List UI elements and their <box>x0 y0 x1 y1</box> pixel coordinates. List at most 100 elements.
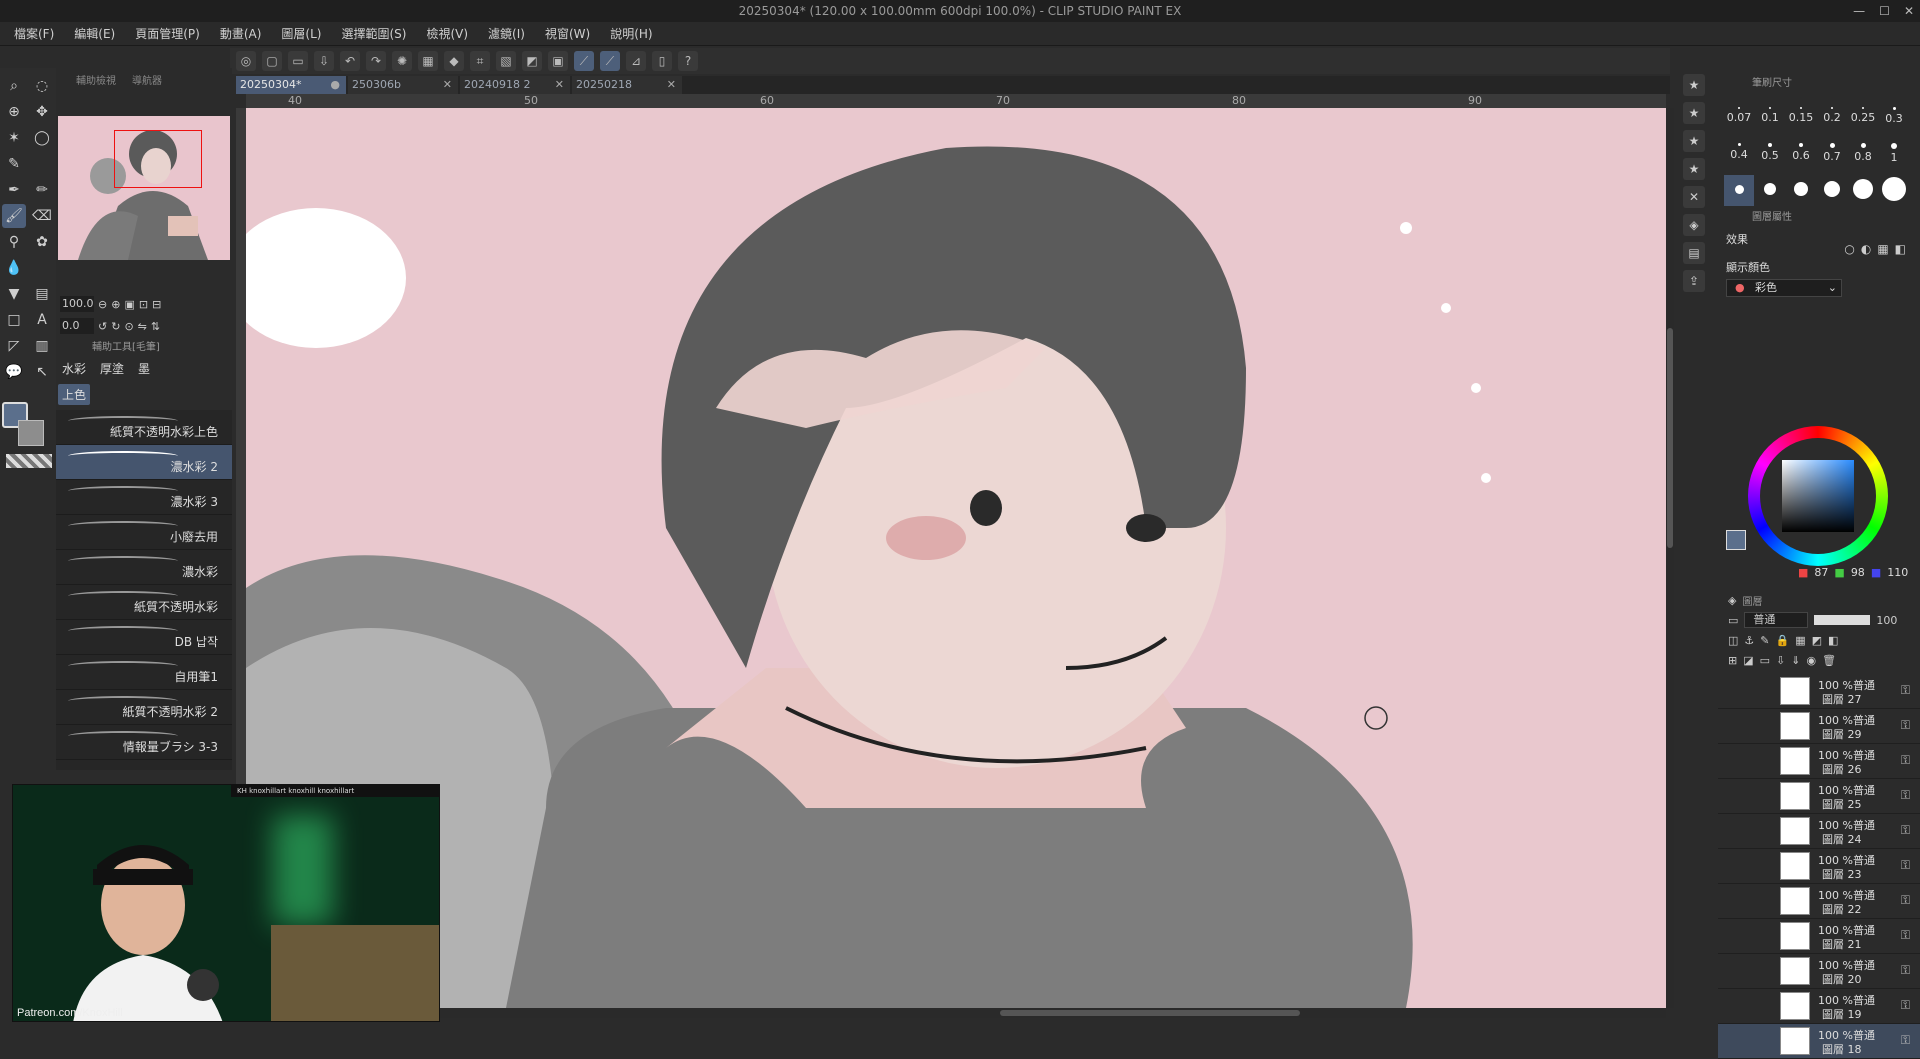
snap-icon[interactable]: ◩ <box>522 51 542 71</box>
layer-lock-icon[interactable]: ⚿ <box>1901 823 1910 838</box>
eyedropper-icon[interactable]: ✎ <box>2 152 26 176</box>
transfer-down-icon[interactable]: ⇩ <box>1776 654 1785 667</box>
tab-document-4[interactable]: 20250218 ✕ <box>572 76 682 94</box>
lock-icon[interactable]: 🔒 <box>1776 634 1790 647</box>
subtool-group-thick-paint[interactable]: 厚塗 <box>96 358 128 379</box>
size-option[interactable]: 0.7 <box>1817 139 1847 175</box>
vertical-scrollbar[interactable] <box>1666 108 1674 1008</box>
lock-transparency-icon[interactable]: ▦ <box>1795 634 1805 647</box>
layer-lock-icon[interactable]: ⚿ <box>1901 998 1910 1013</box>
size-option[interactable]: 1 <box>1879 139 1909 175</box>
mask-add-icon[interactable]: ◉ <box>1806 654 1816 667</box>
zoom-tool-icon[interactable]: ⌕ <box>2 74 26 98</box>
menu-file[interactable]: 檔案(F) <box>14 25 54 42</box>
menu-view[interactable]: 檢視(V) <box>426 25 468 42</box>
size-option[interactable]: 0.8 <box>1848 139 1878 175</box>
snap-ruler-icon[interactable]: ⟋ <box>574 51 594 71</box>
brush-item[interactable]: 自用筆1 <box>56 655 232 690</box>
tone-icon[interactable]: ◐ <box>1861 242 1871 256</box>
opacity-value[interactable]: 100 <box>1876 614 1897 627</box>
brush-item[interactable]: 濃水彩 3 <box>56 480 232 515</box>
sub-color-swatch[interactable] <box>18 420 44 446</box>
size-option[interactable]: 0.5 <box>1755 139 1785 175</box>
hide-selection-icon[interactable]: ▧ <box>496 51 516 71</box>
fill-icon[interactable]: ◆ <box>444 51 464 71</box>
blend-icon[interactable]: 💧 <box>2 256 26 280</box>
main-color-chip[interactable] <box>1726 530 1746 550</box>
layer-row[interactable]: 100 %普通 圖層 22 ⚿ <box>1718 884 1920 919</box>
tab-document-2[interactable]: 250306b ✕ <box>348 76 458 94</box>
minimize-button[interactable]: — <box>1853 0 1865 22</box>
layer-lock-icon[interactable]: ⚿ <box>1901 753 1910 768</box>
brush-item[interactable]: 紙質不透明水彩 2 <box>56 690 232 725</box>
close-icon[interactable]: ✕ <box>667 76 676 94</box>
material-icon[interactable]: ★ <box>1683 130 1705 152</box>
size-option[interactable]: 0.4 <box>1724 139 1754 175</box>
balloon-icon[interactable]: 💬 <box>2 360 26 384</box>
merge-icon[interactable]: ⇓ <box>1791 654 1800 667</box>
layer-row[interactable]: 100 %普通 圖層 26 ⚿ <box>1718 744 1920 779</box>
layer-row[interactable]: 100 %普通 圖層 21 ⚿ <box>1718 919 1920 954</box>
brush-item[interactable]: DB 납작 <box>56 620 232 655</box>
eraser-icon[interactable]: ⌫ <box>30 204 54 228</box>
texture-icon[interactable]: ▦ <box>1877 242 1888 256</box>
transform-icon[interactable]: ⌗ <box>470 51 490 71</box>
menu-window[interactable]: 視窗(W) <box>545 25 590 42</box>
zoom-value[interactable]: 100.0 <box>60 296 94 312</box>
size-option[interactable]: 0.15 <box>1786 103 1816 139</box>
move-layer-icon[interactable]: ⊕ <box>2 100 26 124</box>
viewport-rectangle[interactable] <box>114 130 202 188</box>
rotate-right-icon[interactable]: ↻ <box>111 320 120 333</box>
correct-line-icon[interactable]: ↖ <box>30 360 54 384</box>
lasso-icon[interactable]: ◯ <box>30 126 54 150</box>
open-file-icon[interactable]: ▭ <box>288 51 308 71</box>
green-value[interactable]: 98 <box>1851 566 1865 579</box>
decoration-icon[interactable]: ✿ <box>30 230 54 254</box>
help-icon[interactable]: ? <box>678 51 698 71</box>
save-icon[interactable]: ⇩ <box>314 51 334 71</box>
menu-help[interactable]: 說明(H) <box>610 25 652 42</box>
fit-icon[interactable]: ▣ <box>124 298 134 311</box>
subtool-group-watercolor[interactable]: 水彩 <box>58 358 90 379</box>
ruler-icon[interactable]: ◧ <box>1828 634 1838 647</box>
size-option[interactable]: 0.2 <box>1817 103 1847 139</box>
export-icon[interactable]: ⇪ <box>1683 270 1705 292</box>
horizontal-scrollbar[interactable] <box>440 1008 1666 1018</box>
hue-ring[interactable] <box>1748 426 1888 566</box>
magic-wand-icon[interactable]: ✶ <box>2 126 26 150</box>
new-layer-icon[interactable]: ⊞ <box>1728 654 1737 667</box>
clear-outside-icon[interactable]: ▦ <box>418 51 438 71</box>
reference-icon[interactable]: ⚓ <box>1744 634 1754 647</box>
layer-lock-icon[interactable]: ⚿ <box>1901 893 1910 908</box>
layer-row[interactable]: 100 %普通 圖層 23 ⚿ <box>1718 849 1920 884</box>
layer-row-selected[interactable]: 100 %普通 圖層 18 ⚿ <box>1718 1024 1920 1059</box>
flip-horizontal-icon[interactable]: ⇋ <box>138 320 147 333</box>
size-option[interactable]: 0.6 <box>1786 139 1816 175</box>
layer-lock-icon[interactable]: ⚿ <box>1901 718 1910 733</box>
frame-icon[interactable]: ◸ <box>2 334 26 358</box>
size-option[interactable]: 0.25 <box>1848 103 1878 139</box>
menu-layer[interactable]: 圖層(L) <box>281 25 321 42</box>
layer-lock-icon[interactable]: ⚿ <box>1901 683 1910 698</box>
brush-item[interactable]: 情報量ブラシ 3-3 <box>56 725 232 760</box>
new-vector-layer-icon[interactable]: ◪ <box>1743 654 1753 667</box>
gradient-icon[interactable]: ▤ <box>30 282 54 306</box>
delete-layer-icon[interactable]: 🗑 <box>1822 654 1836 667</box>
layer-row[interactable]: 100 %普通 圖層 25 ⚿ <box>1718 779 1920 814</box>
reset-rotation-icon[interactable]: ⊙ <box>124 320 133 333</box>
figure-icon[interactable]: □ <box>2 308 26 332</box>
menu-page[interactable]: 頁面管理(P) <box>135 25 200 42</box>
layer-row[interactable]: 100 %普通 圖層 20 ⚿ <box>1718 954 1920 989</box>
unsaved-dot-icon[interactable]: ● <box>330 76 340 94</box>
transparent-color-swatch[interactable] <box>6 454 52 468</box>
new-folder-icon[interactable]: ▭ <box>1760 654 1770 667</box>
layer-lock-icon[interactable]: ⚿ <box>1901 788 1910 803</box>
subtool-group-coloring[interactable]: 上色 <box>58 384 91 405</box>
drawing-canvas[interactable] <box>246 108 1666 1008</box>
menu-filter[interactable]: 濾鏡(I) <box>488 25 525 42</box>
layer-row[interactable]: 100 %普通 圖層 19 ⚿ <box>1718 989 1920 1024</box>
tab-document-1[interactable]: 20250304* ● <box>236 76 346 94</box>
tab-navigator[interactable]: 導航器 <box>132 72 162 87</box>
size-option[interactable]: 0.3 <box>1879 103 1909 139</box>
pen-icon[interactable]: ✒ <box>2 178 26 202</box>
